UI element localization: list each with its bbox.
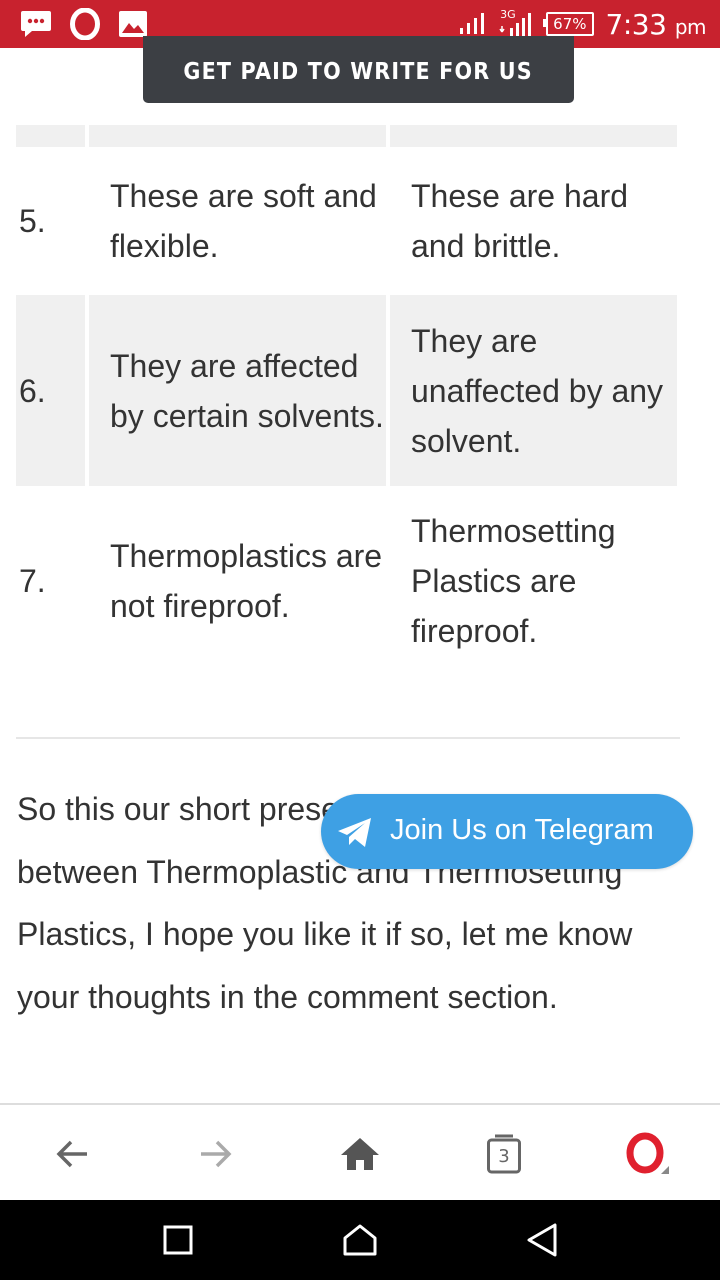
back-nav-icon bbox=[527, 1223, 557, 1257]
table-cell bbox=[89, 125, 386, 147]
comparison-table: 5. These are soft and flexible. These ar… bbox=[16, 125, 677, 686]
home-button[interactable] bbox=[320, 1105, 400, 1202]
thermoplastic-cell: These are soft and flexible. bbox=[110, 178, 377, 264]
thermosetting-cell: These are hard and brittle. bbox=[411, 178, 629, 264]
clock-time: 7:33 bbox=[605, 7, 667, 41]
browser-toolbar: 3 bbox=[0, 1103, 720, 1200]
tabs-button[interactable]: 3 bbox=[464, 1105, 544, 1202]
row-number: 7. bbox=[19, 563, 46, 599]
home-nav-button[interactable] bbox=[320, 1200, 400, 1280]
thermoplastic-cell: They are affected by certain solvents. bbox=[89, 295, 386, 486]
back-button[interactable] bbox=[32, 1105, 112, 1202]
divider bbox=[16, 737, 680, 739]
message-icon bbox=[21, 11, 51, 37]
system-navigation-bar bbox=[0, 1200, 720, 1280]
tab-count: 3 bbox=[498, 1145, 510, 1167]
home-nav-icon bbox=[343, 1224, 377, 1256]
recents-icon bbox=[163, 1225, 193, 1255]
opera-menu-button[interactable] bbox=[608, 1105, 688, 1202]
table-row: 5. These are soft and flexible. These ar… bbox=[16, 147, 677, 295]
tabs-icon: 3 bbox=[487, 1134, 521, 1174]
thermosetting-cell: Thermosetting Plastics are fireproof. bbox=[411, 513, 616, 649]
recents-button[interactable] bbox=[138, 1200, 218, 1280]
image-icon bbox=[119, 11, 147, 37]
back-icon bbox=[56, 1140, 87, 1167]
table-cell bbox=[390, 125, 677, 147]
home-icon bbox=[341, 1137, 379, 1170]
join-telegram-button[interactable]: Join Us on Telegram bbox=[321, 794, 693, 869]
notification-icons bbox=[20, 8, 148, 40]
thermosetting-cell: They are unaffected by any solvent. bbox=[390, 295, 677, 486]
back-nav-button[interactable] bbox=[502, 1200, 582, 1280]
table-row-partial bbox=[16, 125, 677, 147]
forward-button[interactable] bbox=[176, 1105, 256, 1202]
clock-ampm: pm bbox=[674, 14, 707, 39]
opera-menu-icon bbox=[626, 1132, 669, 1174]
write-for-us-label: GET PAID TO WRITE FOR US bbox=[183, 58, 534, 85]
telegram-icon bbox=[338, 818, 371, 847]
table-cell bbox=[16, 125, 85, 147]
row-number: 5. bbox=[19, 203, 46, 239]
forward-icon bbox=[201, 1140, 232, 1167]
thermoplastic-cell: Thermoplastics are not fireproof. bbox=[110, 538, 383, 624]
row-number: 6. bbox=[16, 295, 85, 486]
battery-percent: 67% bbox=[553, 15, 587, 33]
battery-icon: 67% bbox=[543, 12, 594, 36]
table-row: 6. They are affected by certain solvents… bbox=[16, 295, 677, 486]
join-telegram-label: Join Us on Telegram bbox=[390, 814, 654, 846]
write-for-us-button[interactable]: GET PAID TO WRITE FOR US bbox=[143, 36, 574, 103]
clock: 7:33 pm bbox=[605, 7, 707, 41]
table-row: 7. Thermoplastics are not fireproof. The… bbox=[16, 486, 677, 686]
signal-icon bbox=[460, 13, 485, 34]
opera-notification-icon bbox=[70, 8, 100, 40]
